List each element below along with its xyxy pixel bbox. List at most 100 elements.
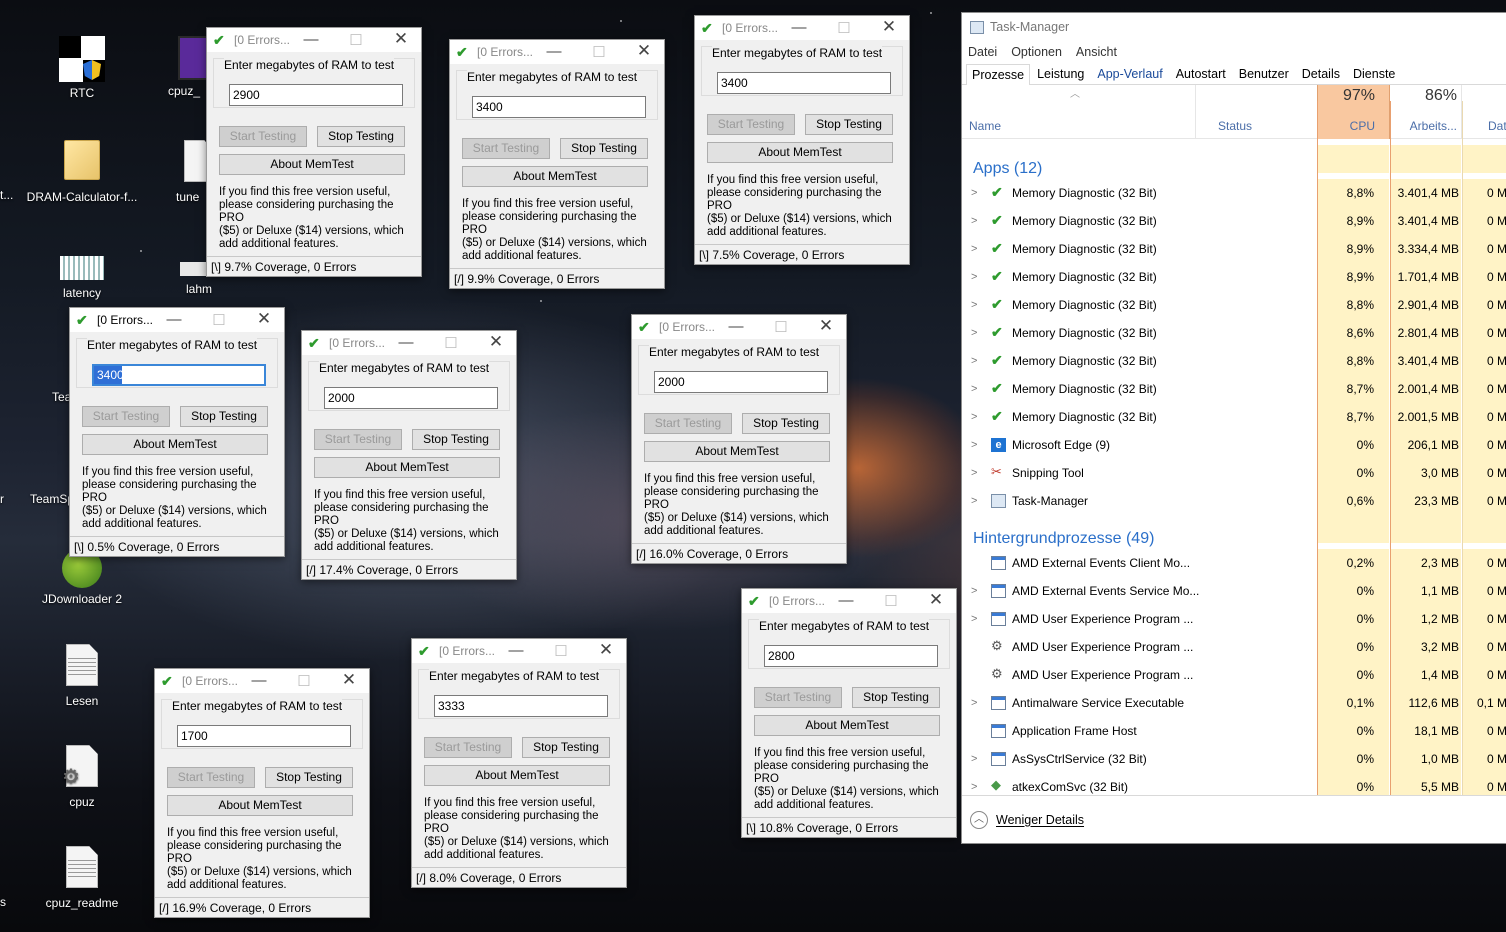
memtest-window[interactable]: ✔ [0 Errors... — ☐ ✕ Enter megabytes of RAM …	[411, 638, 627, 888]
desktop-icon-cpuz-readme[interactable]: cpuz_readme	[32, 846, 132, 910]
title-bar[interactable]: ✔ [0 Errors... — ☐ ✕	[412, 639, 626, 663]
process-row[interactable]: AMD External Events Client Mo... 0,2% 2,3 …	[962, 549, 1506, 577]
tab-benutzer[interactable]: Benutzer	[1233, 63, 1295, 84]
task-manager-title-bar[interactable]: Task-Manager	[962, 13, 1506, 41]
close-button[interactable]: ✕	[254, 309, 274, 329]
ram-input[interactable]	[472, 96, 646, 118]
tab-details[interactable]: Details	[1296, 63, 1346, 84]
close-button[interactable]: ✕	[339, 670, 359, 690]
desktop-icon-lesen[interactable]: Lesen	[32, 644, 132, 708]
tab-leistung[interactable]: Leistung	[1031, 63, 1090, 84]
minimize-button[interactable]: —	[789, 19, 809, 36]
ram-input[interactable]	[434, 695, 608, 717]
menu-ansicht[interactable]: Ansicht	[1076, 45, 1117, 59]
process-row[interactable]: > Task-Manager 0,6% 23,3 MB 0 M	[962, 487, 1506, 515]
process-row[interactable]: > ◆ atkexComSvc (32 Bit) 0% 5,5 MB 0 M	[962, 773, 1506, 795]
process-row[interactable]: > ✔ Memory Diagnostic (32 Bit) 8,8% 2.901,4 …	[962, 291, 1506, 319]
fewer-details-link[interactable]: Weniger Details	[996, 813, 1084, 827]
ram-input[interactable]	[92, 364, 266, 386]
about-memtest-button[interactable]: About MemTest	[462, 166, 648, 187]
process-row[interactable]: ⚙ AMD User Experience Program ... 0% 3,2 MB…	[962, 633, 1506, 661]
column-cpu[interactable]: 97% CPU	[1317, 85, 1390, 139]
stop-testing-button[interactable]: Stop Testing	[522, 737, 610, 758]
close-button[interactable]: ✕	[486, 332, 506, 352]
stop-testing-button[interactable]: Stop Testing	[265, 767, 353, 788]
desktop-icon-partial-left[interactable]: r	[0, 492, 4, 506]
expand-chevron-icon[interactable]: >	[971, 327, 977, 339]
stop-testing-button[interactable]: Stop Testing	[317, 126, 405, 147]
title-bar[interactable]: ✔ [0 Errors... — ☐ ✕	[695, 16, 909, 40]
process-row[interactable]: > ✔ Memory Diagnostic (32 Bit) 8,9% 3.334,4 …	[962, 235, 1506, 263]
process-row[interactable]: > ✔ Memory Diagnostic (32 Bit) 8,8% 3.401,4 …	[962, 347, 1506, 375]
about-memtest-button[interactable]: About MemTest	[707, 142, 893, 163]
memtest-window[interactable]: ✔ [0 Errors... — ☐ ✕ Enter megabytes of RAM …	[69, 307, 285, 557]
desktop-icon-rtc[interactable]: RTC	[32, 36, 132, 100]
process-row[interactable]: > AMD User Experience Program ... 0% 1,2 MB…	[962, 605, 1506, 633]
expand-chevron-icon[interactable]: >	[971, 271, 977, 283]
expand-chevron-icon[interactable]: >	[971, 781, 977, 793]
close-button[interactable]: ✕	[816, 316, 836, 336]
column-memory[interactable]: 86% Arbeits...	[1390, 85, 1462, 139]
process-row[interactable]: > AsSysCtrlService (32 Bit) 0% 1,0 MB 0 M	[962, 745, 1506, 773]
stop-testing-button[interactable]: Stop Testing	[180, 406, 268, 427]
ram-input[interactable]	[717, 72, 891, 94]
process-row[interactable]: ⚙ AMD User Experience Program ... 0% 1,4 MB…	[962, 661, 1506, 689]
title-bar[interactable]: ✔ [0 Errors... — ☐ ✕	[742, 589, 956, 613]
title-bar[interactable]: ✔ [0 Errors... — ☐ ✕	[207, 28, 421, 52]
expand-chevron-icon[interactable]: >	[971, 243, 977, 255]
tab-app-verlauf[interactable]: App-Verlauf	[1091, 63, 1168, 84]
process-list[interactable]: Apps (12) > ✔ Memory Diagnostic (32 Bit) 8,…	[962, 145, 1506, 795]
memtest-window[interactable]: ✔ [0 Errors... — ☐ ✕ Enter megabytes of RAM …	[741, 588, 957, 838]
expand-chevron-icon[interactable]: >	[971, 215, 977, 227]
about-memtest-button[interactable]: About MemTest	[424, 765, 610, 786]
memtest-window[interactable]: ✔ [0 Errors... — ☐ ✕ Enter megabytes of RAM …	[631, 314, 847, 564]
chevron-up-icon[interactable]: ︿	[970, 810, 988, 829]
expand-chevron-icon[interactable]: >	[971, 383, 977, 395]
expand-chevron-icon[interactable]: >	[971, 495, 977, 507]
title-bar[interactable]: ✔ [0 Errors... — ☐ ✕	[450, 40, 664, 64]
minimize-button[interactable]: —	[506, 642, 526, 659]
title-bar[interactable]: ✔ [0 Errors... — ☐ ✕	[632, 315, 846, 339]
about-memtest-button[interactable]: About MemTest	[82, 434, 268, 455]
expand-chevron-icon[interactable]: >	[971, 753, 977, 765]
stop-testing-button[interactable]: Stop Testing	[742, 413, 830, 434]
stop-testing-button[interactable]: Stop Testing	[560, 138, 648, 159]
close-button[interactable]: ✕	[634, 41, 654, 61]
process-row[interactable]: > ✔ Memory Diagnostic (32 Bit) 8,8% 3.401,4 …	[962, 179, 1506, 207]
expand-chevron-icon[interactable]: >	[971, 585, 977, 597]
expand-chevron-icon[interactable]: >	[971, 299, 977, 311]
process-row[interactable]: > ✔ Memory Diagnostic (32 Bit) 8,9% 3.401,4 …	[962, 207, 1506, 235]
title-bar[interactable]: ✔ [0 Errors... — ☐ ✕	[302, 331, 516, 355]
ram-input[interactable]	[324, 387, 498, 409]
about-memtest-button[interactable]: About MemTest	[314, 457, 500, 478]
memtest-window[interactable]: ✔ [0 Errors... — ☐ ✕ Enter megabytes of RAM …	[154, 668, 370, 918]
close-button[interactable]: ✕	[879, 17, 899, 37]
stop-testing-button[interactable]: Stop Testing	[805, 114, 893, 135]
desktop-icon-partial-left[interactable]: t...	[0, 188, 13, 202]
ram-input[interactable]	[229, 84, 403, 106]
minimize-button[interactable]: —	[301, 31, 321, 48]
menu-datei[interactable]: Datei	[968, 45, 997, 59]
memtest-window[interactable]: ✔ [0 Errors... — ☐ ✕ Enter megabytes of RAM …	[301, 330, 517, 580]
expand-chevron-icon[interactable]: >	[971, 439, 977, 451]
stop-testing-button[interactable]: Stop Testing	[412, 429, 500, 450]
process-row[interactable]: > ✔ Memory Diagnostic (32 Bit) 8,7% 2.001,4 …	[962, 375, 1506, 403]
minimize-button[interactable]: —	[726, 318, 746, 335]
title-bar[interactable]: ✔ [0 Errors... — ☐ ✕	[155, 669, 369, 693]
process-row[interactable]: > AMD External Events Service Mo... 0% 1,1 …	[962, 577, 1506, 605]
stop-testing-button[interactable]: Stop Testing	[852, 687, 940, 708]
about-memtest-button[interactable]: About MemTest	[754, 715, 940, 736]
close-button[interactable]: ✕	[596, 640, 616, 660]
process-row[interactable]: > ✔ Memory Diagnostic (32 Bit) 8,7% 2.001,5 …	[962, 403, 1506, 431]
process-row[interactable]: > ✔ Memory Diagnostic (32 Bit) 8,9% 1.701,4 …	[962, 263, 1506, 291]
desktop-icon-partial-left[interactable]: s	[0, 895, 6, 909]
process-row[interactable]: > ✔ Memory Diagnostic (32 Bit) 8,6% 2.801,4 …	[962, 319, 1506, 347]
expand-chevron-icon[interactable]: >	[971, 355, 977, 367]
expand-chevron-icon[interactable]: >	[971, 187, 977, 199]
menu-optionen[interactable]: Optionen	[1011, 45, 1062, 59]
desktop-icon-dram-calculator[interactable]: DRAM-Calculator-f...	[20, 140, 144, 204]
desktop-icon-teamspeak-partial[interactable]: TeamSp	[30, 492, 74, 506]
memtest-window[interactable]: ✔ [0 Errors... — ☐ ✕ Enter megabytes of RAM …	[449, 39, 665, 289]
close-button[interactable]: ✕	[391, 29, 411, 49]
ram-input[interactable]	[764, 645, 938, 667]
